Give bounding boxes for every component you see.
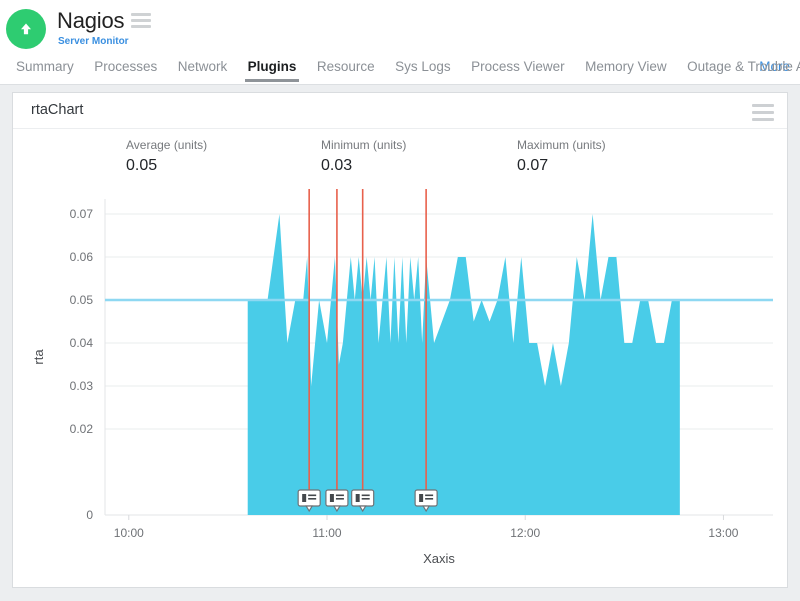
nav-item-outage-trouble-alerts[interactable]: Outage & Trouble Alerts [679,55,800,82]
up-arrow-icon [18,21,34,37]
stat-average-value: 0.05 [126,155,207,177]
y-axis-tick-label: 0.06 [70,250,94,264]
y-axis-tick-label: 0.07 [70,207,94,221]
chart-stats: Average (units) 0.05 Minimum (units) 0.0… [13,137,787,185]
y-axis-tick-label: 0.05 [70,293,94,307]
stat-minimum-label: Minimum (units) [321,137,406,153]
app-title: Nagios [57,8,124,34]
app-logo [6,9,46,49]
nav-item-network[interactable]: Network [170,55,236,82]
chart-card: rtaChart Average (units) 0.05 Minimum (u… [12,92,788,588]
stat-maximum: Maximum (units) 0.07 [517,137,606,177]
stat-minimum-value: 0.03 [321,155,406,177]
stat-average-label: Average (units) [126,137,207,153]
nav-item-memory-view[interactable]: Memory View [577,55,675,82]
nav-item-process-viewer[interactable]: Process Viewer [463,55,573,82]
stat-average: Average (units) 0.05 [126,137,207,177]
nav-item-processes[interactable]: Processes [86,55,165,82]
stat-maximum-label: Maximum (units) [517,137,606,153]
x-axis-tick-label: 11:00 [312,526,341,540]
chart-title: rtaChart [31,102,83,118]
y-axis-tick-label: 0.02 [70,422,94,436]
stat-minimum: Minimum (units) 0.03 [321,137,406,177]
y-axis-tick-label: 0.04 [70,336,94,350]
stat-maximum-value: 0.07 [517,155,606,177]
x-axis-tick-label: 12:00 [510,526,540,540]
y-axis-tick-label: 0 [86,508,93,522]
rta-area-series [248,214,680,515]
x-axis-tick-label: 13:00 [708,526,738,540]
nav-tabs: More Summary Processes Network Plugins R… [0,55,800,85]
nav-item-plugins[interactable]: Plugins [240,55,305,82]
y-axis-title: rta [31,349,46,365]
y-axis-tick-label: 0.03 [70,379,94,393]
rta-area-chart[interactable]: 0 0.02 0.03 0.04 0.05 0.06 0.07 10:00 11:00 12:00… [13,185,787,587]
brand: Nagios Server Monitor [6,8,151,49]
chart-card-header: rtaChart [13,93,787,129]
chart-plot-area[interactable]: 0 0.02 0.03 0.04 0.05 0.06 0.07 10:00 11:00 12:00… [13,185,787,587]
app-subtitle[interactable]: Server Monitor [58,36,151,47]
hamburger-icon[interactable] [131,13,151,31]
nav-item-sys-logs[interactable]: Sys Logs [387,55,459,82]
x-axis-tick-label: 10:00 [114,526,144,540]
app-header: Nagios Server Monitor [0,0,800,55]
nav-item-resource[interactable]: Resource [309,55,383,82]
chart-menu-icon[interactable] [752,104,774,125]
x-axis-title: Xaxis [423,551,455,566]
nav-item-summary[interactable]: Summary [8,55,82,82]
